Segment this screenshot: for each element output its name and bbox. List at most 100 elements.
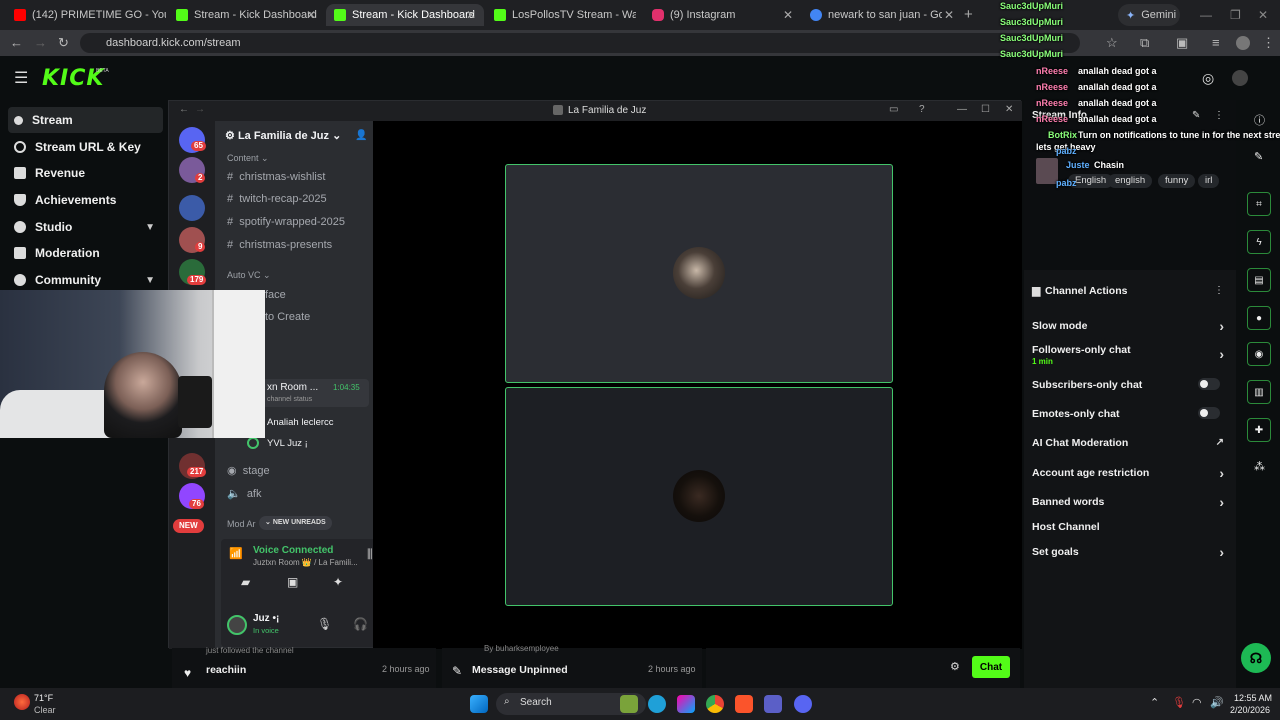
profile-avatar[interactable] (1236, 36, 1250, 50)
split-view-icon[interactable]: ▣ (1176, 35, 1188, 51)
wrench-icon[interactable]: ✚ (1247, 418, 1271, 442)
back-icon[interactable]: ← (10, 35, 23, 50)
brave-icon[interactable] (735, 695, 753, 713)
new-tab-icon[interactable]: + (964, 6, 973, 23)
forward-icon[interactable]: → (34, 35, 47, 50)
chrome-icon[interactable] (706, 695, 724, 713)
category-auto-vc[interactable]: Auto VC ⌄ (227, 270, 271, 281)
emotes-only-toggle[interactable] (1198, 407, 1220, 419)
browser-tab-lospollos[interactable]: LosPollosTV Stream - Watch Li (486, 4, 636, 26)
broadcast-icon[interactable]: ◉ (1247, 342, 1271, 366)
channel-christmas-wishlist[interactable]: # christmas-wishlist (227, 171, 325, 183)
voice-member[interactable]: YVL Juz ¡ (267, 438, 308, 449)
close-tab-icon[interactable]: ✕ (466, 8, 476, 22)
edge-icon[interactable] (648, 695, 666, 713)
stream-tag[interactable]: english (1108, 174, 1153, 188)
sidebar-item-achievements[interactable]: Achievements (8, 187, 163, 213)
add-member-icon[interactable]: 👤 (355, 130, 367, 141)
category-mod[interactable]: Mod Ar (227, 519, 256, 529)
copilot-icon[interactable] (677, 695, 695, 713)
discord-icon[interactable] (794, 695, 812, 713)
bookmark-star-icon[interactable]: ☆ (1106, 35, 1118, 51)
clip-icon[interactable]: ⌗ (1247, 192, 1271, 216)
video-tile[interactable] (505, 164, 893, 383)
channel-twitch-recap[interactable]: # twitch-recap-2025 (227, 193, 327, 205)
user-avatar[interactable] (227, 615, 247, 635)
new-unreads-pill[interactable]: ⌄ NEW UNREADS (259, 516, 332, 530)
sidebar-item-studio[interactable]: Studio ▼ (8, 214, 163, 240)
forward-icon[interactable]: → (195, 104, 205, 115)
screen-share-icon[interactable]: ▣ (287, 575, 298, 589)
chat-bubble-icon[interactable]: ● (1247, 306, 1271, 330)
browser-tab-kick-dashboard-active[interactable]: Stream - Kick Dashboard (326, 4, 484, 26)
windows-start-icon[interactable] (470, 695, 488, 713)
sidebar-item-moderation[interactable]: Moderation (8, 240, 163, 266)
minimize-icon[interactable]: — (957, 104, 967, 115)
restore-icon[interactable]: ❐ (1230, 8, 1241, 22)
action-set-goals[interactable]: Set goals › (1032, 544, 1230, 560)
microphone-icon[interactable]: 🎙 (1172, 696, 1186, 709)
volume-icon[interactable]: 🔊 (1210, 696, 1224, 709)
action-host-channel[interactable]: Host Channel (1032, 521, 1230, 533)
edit-pencil-icon[interactable]: ✎ (1192, 110, 1200, 121)
action-ai-moderation[interactable]: AI Chat Moderation ↗ (1032, 437, 1230, 449)
channel-afk[interactable]: 🔈 afk (227, 487, 262, 500)
action-subscribers-only[interactable]: Subscribers-only chat (1032, 378, 1230, 391)
more-options-icon[interactable]: ⋮ (1214, 285, 1224, 296)
close-icon[interactable]: ✕ (1005, 104, 1013, 115)
chat-send-button[interactable]: Chat (972, 656, 1010, 678)
close-window-icon[interactable]: ✕ (1258, 8, 1268, 22)
inbox-icon[interactable]: ▭ (889, 104, 898, 115)
activity-feed-item[interactable]: just followed the channel ♥ reachiin 2 h… (172, 646, 436, 690)
browser-tab-google[interactable]: newark to san juan - Google Se (802, 4, 942, 26)
wifi-icon[interactable]: ◠ (1192, 696, 1202, 709)
back-icon[interactable]: ← (179, 104, 189, 115)
activities-icon[interactable]: ✦ (333, 575, 343, 589)
activity-feed-item[interactable]: By buharksemployee ✎ Message Unpinned 2 … (442, 644, 702, 690)
video-off-icon[interactable]: ▰ (241, 575, 250, 589)
action-banned-words[interactable]: Banned words › (1032, 494, 1230, 510)
maximize-icon[interactable]: ☐ (981, 104, 990, 115)
close-tab-icon[interactable]: ✕ (944, 8, 954, 22)
teams-icon[interactable] (764, 695, 782, 713)
settings-gear-icon[interactable]: ⚙ (950, 660, 960, 673)
server-icon[interactable] (179, 195, 205, 221)
info-icon[interactable]: ⓘ (1254, 112, 1265, 128)
video-tile[interactable] (505, 387, 893, 606)
more-options-icon[interactable]: ⋮ (1262, 35, 1275, 51)
channel-christmas-presents[interactable]: # christmas-presents (227, 239, 332, 251)
action-emotes-only[interactable]: Emotes-only chat (1032, 407, 1230, 420)
reload-icon[interactable]: ↻ (58, 35, 69, 51)
sidebar-item-stream[interactable]: Stream (8, 107, 163, 133)
category-content[interactable]: Content ⌄ (227, 153, 269, 164)
weather-icon[interactable] (14, 694, 30, 710)
voice-member[interactable]: Analiah leclercc (267, 417, 334, 428)
apps-icon[interactable]: ⁂ (1254, 460, 1265, 473)
microphone-icon[interactable]: 🎙 (317, 617, 332, 631)
action-slow-mode[interactable]: Slow mode › (1032, 318, 1230, 334)
hamburger-menu-icon[interactable]: ☰ (14, 68, 28, 88)
close-tab-icon[interactable]: ✕ (306, 8, 316, 22)
lightning-icon[interactable]: ϟ (1247, 230, 1271, 254)
channel-spotify-wrapped[interactable]: # spotify-wrapped-2025 (227, 216, 345, 228)
browser-tab-kick-dashboard[interactable]: Stream - Kick Dashboard (168, 4, 318, 26)
browser-tab-youtube[interactable]: (142) PRIMETIME GO - YouTube (6, 4, 166, 26)
voice-channel-create[interactable]: to Create (265, 311, 310, 323)
notifications-icon[interactable]: ◎ (1202, 70, 1214, 87)
subscribers-only-toggle[interactable] (1198, 378, 1220, 390)
server-header[interactable]: ⚙ La Familia de Juz ⌄ (225, 129, 341, 142)
action-account-age[interactable]: Account age restriction › (1032, 465, 1230, 481)
menu-icon[interactable]: ≡ (1212, 35, 1220, 50)
layout-icon[interactable]: ▥ (1247, 380, 1271, 404)
channel-stage[interactable]: ◉ stage (227, 464, 270, 477)
extensions-icon[interactable]: ⧉ (1140, 35, 1149, 51)
headphones-icon[interactable]: 🎧 (353, 617, 368, 631)
voice-channel-face[interactable]: face (265, 289, 286, 301)
gemini-button[interactable]: ✦ Gemini (1118, 4, 1180, 26)
stream-tag[interactable]: irl (1198, 174, 1220, 188)
edit-pencil-icon[interactable]: ✎ (1254, 150, 1263, 163)
help-icon[interactable]: ? (919, 104, 925, 115)
minimize-icon[interactable]: — (1200, 8, 1212, 22)
notes-icon[interactable]: ▤ (1247, 268, 1271, 292)
sidebar-item-stream-url-key[interactable]: Stream URL & Key (8, 134, 163, 160)
